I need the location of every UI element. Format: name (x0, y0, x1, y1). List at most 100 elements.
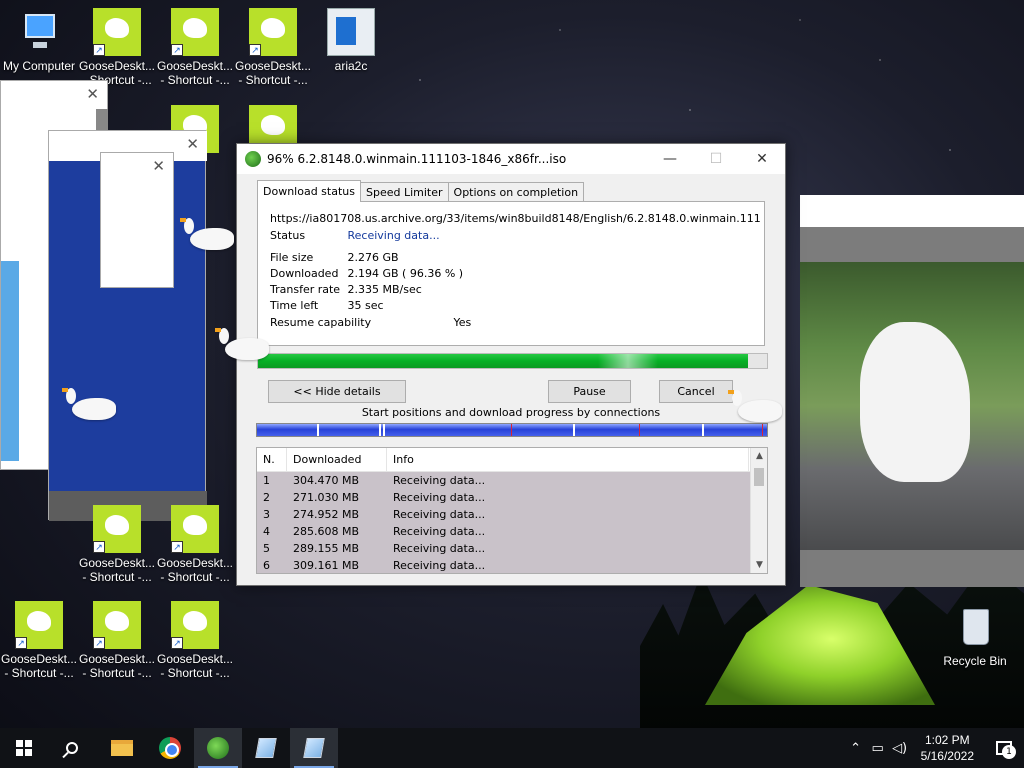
minimize-icon[interactable]: — (647, 151, 693, 167)
desktop-icon-goose-shortcut[interactable]: ↗ GooseDeskt... - Shortcut -... (78, 8, 156, 87)
tab-download-status[interactable]: Download status (257, 180, 361, 202)
close-icon[interactable]: ✕ (86, 85, 99, 103)
desktop-icon-label: GooseDeskt... - Shortcut -... (156, 556, 234, 584)
desktop-icon-goose-shortcut[interactable]: ↗ GooseDeskt... - Shortcut -... (78, 505, 156, 584)
shortcut-arrow-icon: ↗ (249, 44, 261, 56)
folder-icon (111, 740, 133, 756)
column-header-number[interactable]: N. (257, 448, 287, 471)
row-number: 4 (263, 525, 270, 538)
time-left-label: Time left (270, 299, 319, 312)
chrome-icon (159, 737, 181, 759)
notification-center-button[interactable]: 1 (984, 741, 1024, 759)
tab-options-on-completion[interactable]: Options on completion (447, 182, 585, 202)
download-progress-window[interactable]: 96% 6.2.8148.0.winmain.111103-1846_x86fr… (236, 143, 786, 586)
connection-tick (511, 424, 512, 436)
idm-icon (245, 151, 261, 167)
resume-capability-label: Resume capability (270, 316, 372, 329)
column-header-info[interactable]: Info (387, 448, 749, 471)
desktop-icon-goose-shortcut[interactable]: ↗ GooseDeskt... - Shortcut -... (156, 505, 234, 584)
start-button[interactable] (0, 728, 48, 768)
search-button[interactable] (48, 728, 96, 768)
taskbar-chrome[interactable] (146, 728, 194, 768)
pause-button[interactable]: Pause (548, 380, 631, 403)
desktop-icon-label: My Computer (2, 59, 76, 73)
table-row[interactable]: 5 289.155 MB Receiving data... (257, 540, 767, 557)
row-downloaded: 309.161 MB (293, 559, 360, 572)
shortcut-arrow-icon: ↗ (171, 541, 183, 553)
shortcut-arrow-icon: ↗ (171, 637, 183, 649)
table-row[interactable]: 1 304.470 MB Receiving data... (257, 472, 767, 489)
taskbar-notepad-2[interactable] (290, 728, 338, 768)
desktop-icon-recycle-bin[interactable]: Recycle Bin (936, 603, 1014, 668)
shortcut-arrow-icon: ↗ (171, 44, 183, 56)
file-size-value: 2.276 GB (347, 251, 399, 264)
downloaded-label: Downloaded (270, 267, 339, 280)
table-scrollbar[interactable]: ▲ ▼ (750, 448, 767, 573)
network-icon[interactable]: ▭ (867, 741, 889, 756)
downloaded-row: Downloaded 2.194 GB ( 96.36 % ) (270, 267, 463, 280)
connections-progress-bar (256, 423, 768, 437)
download-status-panel: https://ia801708.us.archive.org/33/items… (257, 201, 765, 346)
file-size-label: File size (270, 251, 314, 264)
column-header-downloaded[interactable]: Downloaded (287, 448, 387, 471)
scroll-down-icon[interactable]: ▼ (751, 560, 767, 570)
desktop-icon-aria2c[interactable]: aria2c (312, 8, 390, 73)
connection-marker (573, 424, 575, 436)
desktop-icon-goose-shortcut[interactable]: ↗ GooseDeskt... - Shortcut -... (78, 601, 156, 680)
row-info: Receiving data... (393, 491, 486, 504)
cancel-button[interactable]: Cancel (659, 380, 733, 403)
desktop-icon-goose-shortcut[interactable]: ↗ GooseDeskt... - Shortcut -... (156, 601, 234, 680)
connection-marker (379, 424, 381, 436)
row-number: 1 (263, 474, 270, 487)
goose-icon: ↗ (171, 505, 219, 553)
close-icon[interactable]: ✕ (186, 135, 199, 153)
close-icon[interactable]: ✕ (152, 157, 165, 175)
downloaded-value: 2.194 GB ( 96.36 % ) (347, 267, 464, 280)
progress-fill (258, 354, 749, 368)
desktop-icon-goose-shortcut[interactable]: ↗ GooseDeskt... - Shortcut -... (0, 601, 78, 680)
desktop-goose (215, 328, 269, 360)
close-icon[interactable]: ✕ (739, 151, 785, 167)
window-edge-content (1, 261, 19, 461)
scrollbar-thumb[interactable] (754, 468, 764, 486)
video-window[interactable] (800, 195, 1024, 587)
tab-speed-limiter[interactable]: Speed Limiter (359, 182, 449, 202)
goose-icon: ↗ (171, 8, 219, 56)
status-row: Status Receiving data... (270, 229, 440, 242)
scroll-up-icon[interactable]: ▲ (751, 451, 767, 461)
volume-icon[interactable]: ◁) (889, 741, 911, 756)
goose-icon: ↗ (249, 8, 297, 56)
shortcut-arrow-icon: ↗ (93, 637, 105, 649)
video-window-titlebar (800, 195, 1024, 227)
desktop-icon-goose-shortcut[interactable]: ↗ GooseDeskt... - Shortcut -... (156, 8, 234, 87)
desktop-goose (62, 388, 116, 420)
taskbar-file-explorer[interactable] (98, 728, 146, 768)
table-row[interactable]: 3 274.952 MB Receiving data... (257, 506, 767, 523)
time-left-row: Time left 35 sec (270, 299, 384, 312)
table-row[interactable]: 2 271.030 MB Receiving data... (257, 489, 767, 506)
hide-details-button[interactable]: << Hide details (268, 380, 406, 403)
taskbar-idm[interactable] (194, 728, 242, 768)
row-info: Receiving data... (393, 559, 486, 572)
file-size-row: File size 2.276 GB (270, 251, 399, 264)
connections-table[interactable]: N. Downloaded Info 1 304.470 MB Receiving … (256, 447, 768, 574)
notification-badge: 1 (1002, 745, 1016, 759)
row-info: Receiving data... (393, 474, 486, 487)
window-titlebar[interactable]: 96% 6.2.8148.0.winmain.111103-1846_x86fr… (237, 144, 785, 174)
taskbar-notepad[interactable] (242, 728, 290, 768)
resume-capability-value: Yes (453, 316, 472, 329)
clock-date: 5/16/2022 (920, 749, 974, 763)
table-row[interactable]: 6 309.161 MB Receiving data... (257, 557, 767, 573)
video-frame (800, 262, 1024, 550)
desktop-icon-label: GooseDeskt... - Shortcut -... (78, 652, 156, 680)
desktop-icon-label: Recycle Bin (943, 654, 1007, 668)
background-dialog[interactable]: ✕ (100, 152, 174, 288)
clock[interactable]: 1:02 PM 5/16/2022 (911, 732, 984, 764)
table-row[interactable]: 4 285.608 MB Receiving data... (257, 523, 767, 540)
status-label: Status (270, 229, 306, 242)
connection-tick (762, 424, 763, 436)
desktop-icon-goose-shortcut[interactable]: ↗ GooseDeskt... - Shortcut -... (234, 8, 312, 87)
chevron-up-icon[interactable]: ⌃ (845, 741, 867, 756)
desktop-icon-my-computer[interactable]: My Computer (0, 8, 78, 73)
row-number: 3 (263, 508, 270, 521)
